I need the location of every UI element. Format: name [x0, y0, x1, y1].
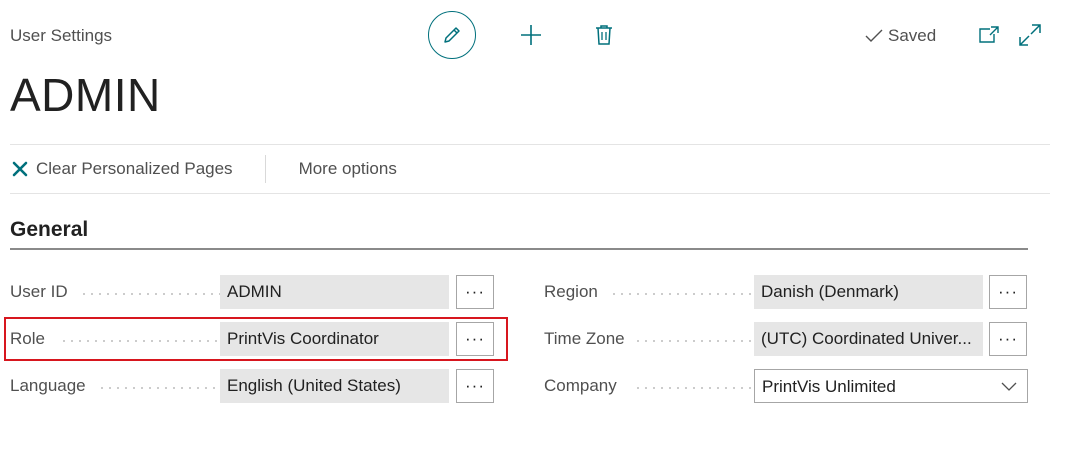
field-region: Region Danish (Denmark) ···: [544, 275, 1028, 309]
field-label: Region: [544, 282, 598, 301]
saved-status: Saved: [864, 26, 936, 46]
role-highlight-box: [4, 317, 508, 361]
more-options-button[interactable]: More options: [299, 159, 397, 179]
company-select-value: PrintVis Unlimited: [762, 377, 896, 396]
time-zone-lookup-button[interactable]: ···: [989, 322, 1027, 356]
field-language: Language English (United States) ···: [10, 369, 494, 403]
field-time-zone: Time Zone (UTC) Coordinated Univer... ··…: [544, 322, 1028, 356]
page-caption: User Settings: [10, 26, 113, 45]
section-divider: [10, 248, 1028, 250]
action-separator: [264, 155, 266, 183]
top-actions: [428, 11, 616, 59]
popout-icon: [979, 26, 999, 43]
expand-button[interactable]: [1018, 23, 1042, 47]
field-dots: [634, 387, 752, 389]
field-company: Company PrintVis Unlimited: [544, 369, 1028, 403]
plus-icon: [521, 25, 541, 45]
user-id-input[interactable]: ADMIN: [220, 275, 449, 309]
section-title-general[interactable]: General: [10, 218, 88, 242]
field-dots: [80, 293, 220, 295]
clear-personalized-pages-button[interactable]: Clear Personalized Pages: [10, 159, 233, 179]
company-select[interactable]: PrintVis Unlimited: [754, 369, 1028, 403]
language-input[interactable]: English (United States): [220, 369, 449, 403]
page-title: ADMIN: [10, 69, 161, 121]
field-label: Language: [10, 376, 86, 395]
region-lookup-button[interactable]: ···: [989, 275, 1027, 309]
x-icon: [12, 161, 28, 177]
field-dots: [634, 340, 752, 342]
popout-button[interactable]: [978, 25, 1000, 45]
action-bar: Clear Personalized Pages More options: [10, 144, 1050, 194]
field-user-id: User ID ADMIN ···: [10, 275, 494, 309]
clear-personalized-pages-label: Clear Personalized Pages: [36, 159, 233, 178]
field-dots: [98, 387, 220, 389]
field-label: User ID: [10, 282, 68, 301]
saved-label: Saved: [888, 26, 937, 45]
user-id-lookup-button[interactable]: ···: [456, 275, 494, 309]
edit-button[interactable]: [428, 11, 476, 59]
field-label: Company: [544, 376, 617, 395]
trash-icon: [596, 25, 612, 45]
region-input[interactable]: Danish (Denmark): [754, 275, 983, 309]
pencil-icon: [444, 27, 460, 43]
checkmark-icon: [865, 29, 883, 42]
delete-button[interactable]: [592, 20, 616, 50]
chevron-down-icon: [1001, 382, 1017, 391]
language-lookup-button[interactable]: ···: [456, 369, 494, 403]
more-options-label: More options: [298, 159, 397, 178]
field-dots: [610, 293, 752, 295]
field-label: Time Zone: [544, 329, 625, 348]
new-button[interactable]: [516, 20, 546, 50]
expand-icon: [1019, 24, 1041, 46]
time-zone-input[interactable]: (UTC) Coordinated Univer...: [754, 322, 983, 356]
